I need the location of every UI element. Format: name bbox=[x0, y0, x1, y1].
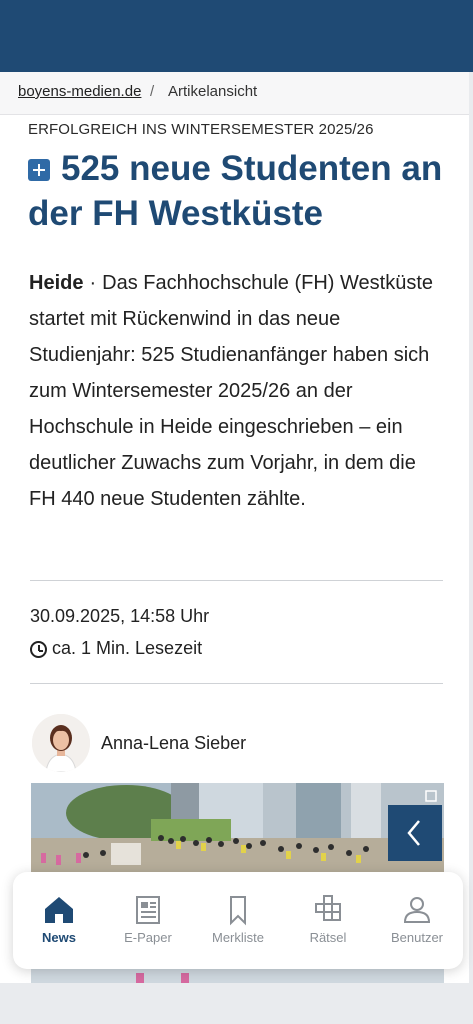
nav-item-epaper[interactable]: E-Paper bbox=[108, 894, 188, 945]
nav-label: E-Paper bbox=[124, 930, 172, 945]
newspaper-icon bbox=[136, 896, 160, 924]
article-headline: 525 neue Studenten an der FH Westküste bbox=[28, 149, 443, 233]
nav-item-merkliste[interactable]: Merkliste bbox=[198, 894, 278, 945]
home-icon bbox=[45, 897, 73, 923]
breadcrumb-current: Artikelansicht bbox=[168, 83, 258, 100]
breadcrumb: boyens-medien.de / Artikelansicht bbox=[0, 72, 469, 115]
article-readtime: ca. 1 Min. Lesezeit bbox=[30, 638, 202, 659]
clock-icon bbox=[30, 641, 47, 658]
separator-dot: · bbox=[89, 272, 97, 294]
top-app-bar bbox=[0, 0, 473, 72]
carousel-prev-button[interactable] bbox=[388, 805, 442, 861]
bottom-navigation: News E-Paper Merkliste Rätsel Benutzer bbox=[13, 872, 463, 969]
article-lead-text: Das Fachhochschule (FH) Westküste starte… bbox=[29, 272, 433, 510]
bookmark-icon bbox=[230, 896, 246, 926]
breadcrumb-home-link[interactable]: boyens-medien.de bbox=[18, 83, 141, 100]
crossword-icon bbox=[315, 895, 341, 921]
nav-item-raetsel[interactable]: Rätsel bbox=[288, 894, 368, 945]
nav-item-benutzer[interactable]: Benutzer bbox=[377, 894, 457, 945]
nav-item-news[interactable]: News bbox=[19, 894, 99, 945]
bottom-safe-area bbox=[0, 983, 473, 1024]
author-avatar[interactable] bbox=[32, 714, 90, 772]
divider bbox=[30, 683, 443, 684]
breadcrumb-separator: / bbox=[150, 83, 155, 100]
article-date: 30.09.2025, 14:58 Uhr bbox=[30, 606, 210, 626]
chevron-left-icon bbox=[407, 820, 420, 846]
readtime-label: ca. 1 Min. Lesezeit bbox=[52, 638, 203, 658]
divider bbox=[30, 580, 443, 581]
article-place: Heide bbox=[29, 272, 84, 294]
user-icon bbox=[403, 897, 431, 923]
article-lead: Heide · Das Fachhochschule (FH) Westküste … bbox=[29, 265, 439, 517]
article-kicker: ERFOLGREICH INS WINTERSEMESTER 2025/26 bbox=[28, 121, 374, 138]
nav-label: Merkliste bbox=[211, 930, 264, 945]
author-name[interactable]: Anna-Lena Sieber bbox=[101, 733, 246, 754]
nav-label: Benutzer bbox=[390, 930, 444, 945]
nav-label: Rätsel bbox=[309, 930, 347, 945]
nav-label: News bbox=[42, 930, 76, 945]
